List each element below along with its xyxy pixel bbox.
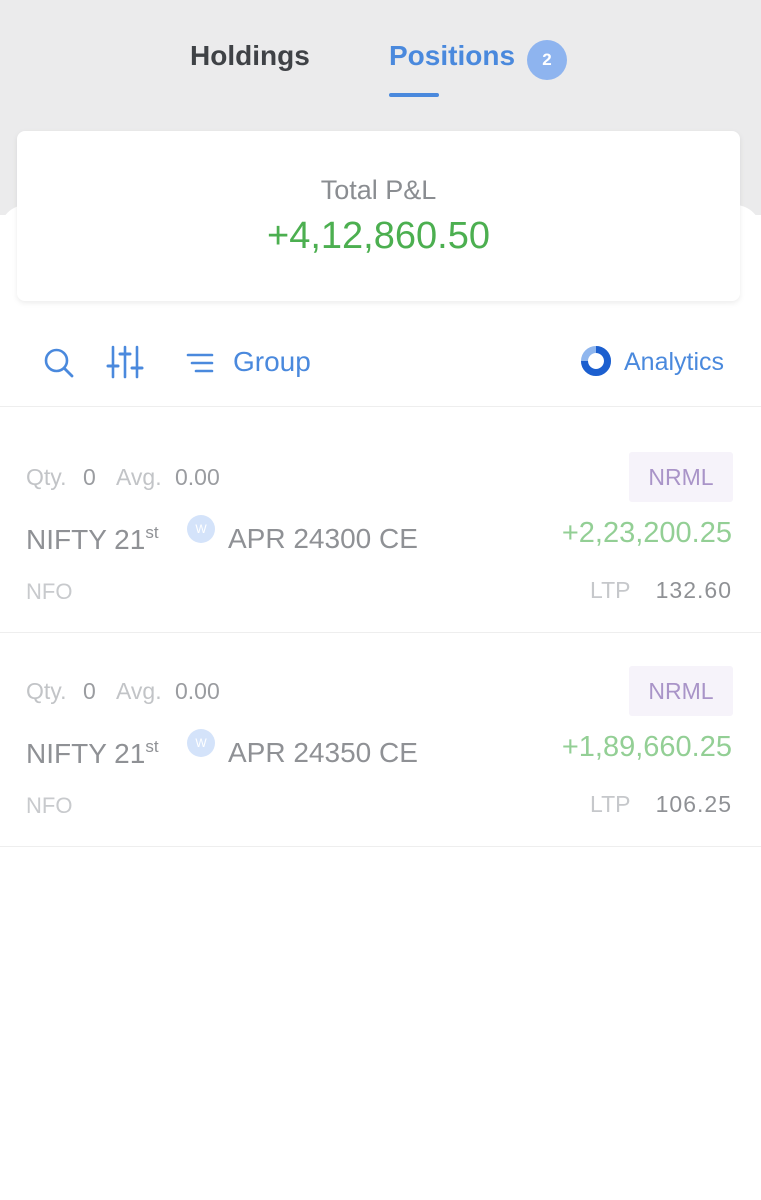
product-tag: NRML xyxy=(629,452,733,502)
weekly-expiry-badge: W xyxy=(187,515,215,543)
position-row[interactable]: Qty. 0 Avg. 0.00 NRML NIFTY 21st W APR 2… xyxy=(0,419,761,633)
active-tab-indicator xyxy=(389,93,439,97)
qty-label: Qty. xyxy=(26,464,67,490)
avg-value: 0.00 xyxy=(175,678,220,704)
weekly-expiry-badge: W xyxy=(187,729,215,757)
symbol-text: NIFTY 21 xyxy=(26,738,146,769)
list-divider xyxy=(0,406,761,407)
positions-count-badge: 2 xyxy=(527,40,567,80)
exchange-label: NFO xyxy=(26,579,73,604)
exchange-label: NFO xyxy=(26,793,73,818)
avg-label: Avg. xyxy=(116,678,162,704)
avg-label: Avg. xyxy=(116,464,162,490)
total-pnl-value: +4,12,860.50 xyxy=(267,215,490,257)
sliders-icon[interactable] xyxy=(106,344,144,385)
symbol-text: NIFTY 21 xyxy=(26,524,146,555)
contract-details: APR 24350 CE xyxy=(228,737,418,768)
qty-value: 0 xyxy=(83,678,96,704)
tab-positions[interactable]: Positions xyxy=(389,40,515,72)
analytics-button[interactable]: Analytics xyxy=(624,348,724,377)
search-icon[interactable] xyxy=(42,346,76,385)
avg-value: 0.00 xyxy=(175,464,220,490)
total-pnl-card: Total P&L +4,12,860.50 xyxy=(17,131,740,301)
position-pnl: +1,89,660.25 xyxy=(561,731,732,763)
date-suffix: st xyxy=(145,523,159,542)
tab-holdings[interactable]: Holdings xyxy=(190,40,310,72)
ltp-value: 106.25 xyxy=(655,791,732,817)
product-tag: NRML xyxy=(629,666,733,716)
ltp-value: 132.60 xyxy=(655,577,732,603)
analytics-ring-icon[interactable] xyxy=(580,345,612,382)
list-divider xyxy=(0,846,761,847)
position-pnl: +2,23,200.25 xyxy=(561,517,732,549)
tab-bar: Holdings Positions 2 xyxy=(0,0,761,100)
instrument-symbol: NIFTY 21st xyxy=(26,737,159,770)
contract-details: APR 24300 CE xyxy=(228,523,418,554)
position-row[interactable]: Qty. 0 Avg. 0.00 NRML NIFTY 21st W APR 2… xyxy=(0,633,761,847)
instrument-symbol: NIFTY 21st xyxy=(26,523,159,556)
positions-toolbar: Group Analytics xyxy=(0,330,761,406)
qty-label: Qty. xyxy=(26,678,67,704)
ltp-label: LTP xyxy=(590,577,631,603)
group-button[interactable]: Group xyxy=(233,346,311,378)
date-suffix: st xyxy=(145,737,159,756)
group-lines-icon[interactable] xyxy=(186,351,214,380)
qty-value: 0 xyxy=(83,464,96,490)
total-pnl-label: Total P&L xyxy=(320,175,437,205)
ltp-label: LTP xyxy=(590,791,631,817)
